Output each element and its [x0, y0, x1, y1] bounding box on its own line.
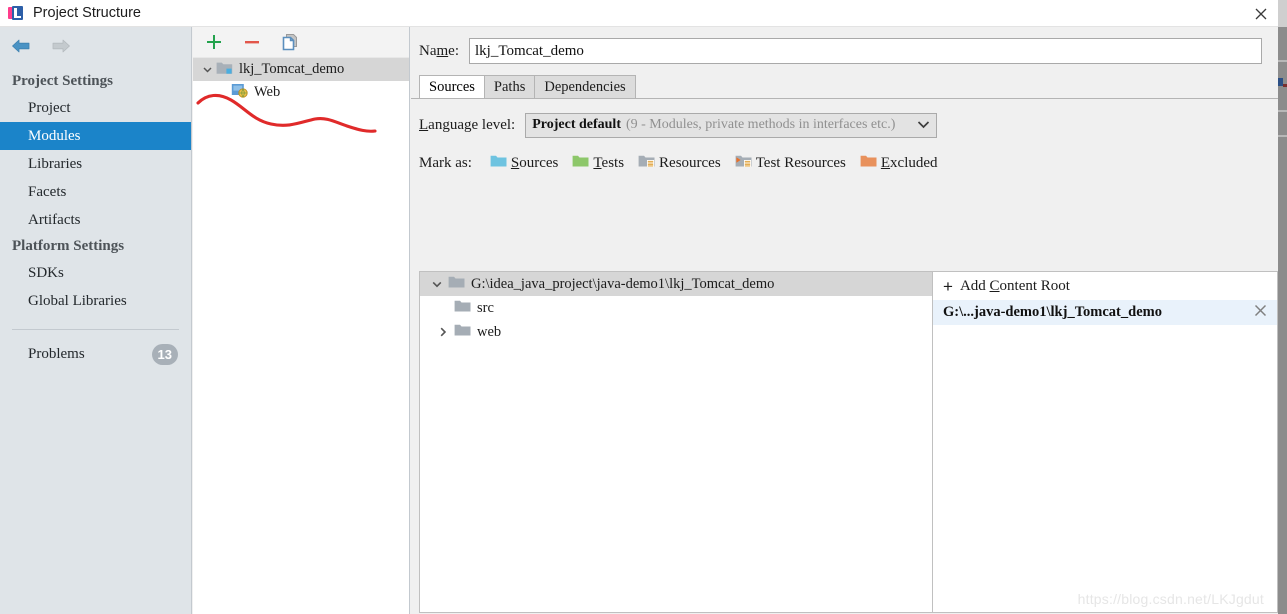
add-module-button[interactable]: [203, 31, 225, 53]
language-level-label: Language level:: [419, 116, 516, 133]
mark-as-excluded-label: Excluded: [880, 154, 938, 171]
content-folder-tree: G:\idea_java_project\java-demo1\lkj_Tomc…: [419, 271, 932, 613]
plus-icon: +: [943, 276, 953, 296]
watermark-text: https://blog.csdn.net/LKJgdut: [1077, 591, 1264, 607]
module-name-label: Name:: [419, 42, 459, 59]
sidebar-item-modules[interactable]: Modules: [0, 122, 191, 150]
folder-tests-icon: [572, 154, 589, 173]
sources-tab-body: Language level: Project default (9 - Mod…: [411, 98, 1278, 613]
sidebar-item-sdks[interactable]: SDKs: [0, 259, 191, 287]
sidebar-item-facets[interactable]: Facets: [0, 178, 191, 206]
content-split: G:\idea_java_project\java-demo1\lkj_Tomc…: [419, 271, 1278, 613]
language-level-description: (9 - Modules, private methods in interfa…: [625, 117, 896, 132]
module-name-input[interactable]: [469, 38, 1262, 64]
problems-count-badge: 13: [151, 344, 178, 365]
sidebar-item-libraries[interactable]: Libraries: [0, 150, 191, 178]
mark-as-label: Mark as:: [419, 154, 472, 171]
remove-module-button[interactable]: [241, 31, 263, 53]
copy-module-button[interactable]: [279, 31, 301, 53]
content-tree-label: web: [477, 323, 502, 340]
content-tree-row-web[interactable]: web: [420, 320, 932, 344]
folder-test-resources-icon: [735, 154, 752, 173]
arrow-left-icon[interactable]: [10, 37, 32, 55]
mark-as-sources-button[interactable]: Sources: [490, 154, 559, 173]
arrow-right-icon[interactable]: [50, 37, 72, 55]
content-tree-label: src: [477, 299, 494, 316]
module-name-row: Name:: [411, 35, 1278, 67]
minus-icon: [245, 41, 259, 44]
remove-content-root-button[interactable]: [1254, 304, 1267, 321]
sidebar-item-project[interactable]: Project: [0, 94, 191, 122]
sidebar-list: Project Settings Project Modules Librari…: [0, 64, 191, 370]
tab-paths[interactable]: Paths: [483, 75, 536, 98]
chevron-down-icon[interactable]: [199, 64, 216, 75]
content-tree-row-src[interactable]: src: [420, 296, 932, 320]
module-tree-row-web[interactable]: Web: [193, 81, 409, 104]
mark-as-resources-label: Resources: [659, 154, 721, 171]
window-title: Project Structure: [33, 5, 141, 21]
folder-sources-icon: [490, 154, 507, 173]
mark-as-tests-button[interactable]: Tests: [572, 154, 624, 173]
folder-icon: [454, 323, 471, 342]
tab-sources[interactable]: Sources: [419, 75, 485, 98]
mark-as-tests-label: Tests: [593, 154, 625, 171]
mark-as-row: Mark as: Sources Tests Resources Test Re…: [411, 147, 1278, 179]
content-root-item[interactable]: G:\...java-demo1\lkj_Tomcat_demo: [933, 300, 1277, 325]
module-tree-label: Web: [254, 84, 281, 100]
chevron-right-icon[interactable]: [432, 326, 454, 338]
content-roots-list: + Add Content Root G:\...java-demo1\lkj_…: [932, 271, 1278, 613]
mark-as-excluded-button[interactable]: Excluded: [860, 154, 938, 173]
mark-as-sources-label: Sources: [510, 154, 559, 171]
add-content-root-label: Add Content Root: [959, 277, 1070, 294]
content-root-label: G:\...java-demo1\lkj_Tomcat_demo: [943, 304, 1162, 320]
mark-as-resources-button[interactable]: Resources: [638, 154, 721, 173]
modules-panel: lkj_Tomcat_demo Web: [193, 27, 410, 614]
sidebar-group-platform-settings: Platform Settings: [12, 238, 125, 254]
web-facet-icon: [231, 82, 248, 103]
background-window-edge: [1278, 0, 1287, 614]
navigation-toolbar: [0, 27, 191, 64]
title-bar: Project Structure: [0, 0, 1287, 27]
module-tree-label: lkj_Tomcat_demo: [239, 61, 345, 77]
close-icon: [1255, 8, 1267, 19]
modules-toolbar: [193, 27, 409, 58]
sidebar-group-project-settings: Project Settings: [12, 73, 113, 89]
sidebar-item-artifacts[interactable]: Artifacts: [0, 206, 191, 234]
sidebar-item-problems[interactable]: Problems 13: [0, 330, 191, 370]
sidebar-item-problems-label: Problems: [28, 346, 85, 362]
tab-dependencies[interactable]: Dependencies: [534, 75, 636, 98]
settings-sidebar: Project Settings Project Modules Librari…: [0, 27, 192, 614]
mark-as-test-resources-button[interactable]: Test Resources: [735, 154, 846, 173]
mark-as-test-resources-label: Test Resources: [755, 154, 846, 171]
content-tree-row-root[interactable]: G:\idea_java_project\java-demo1\lkj_Tomc…: [420, 272, 932, 296]
language-level-value: Project default: [532, 117, 621, 132]
language-level-dropdown[interactable]: Project default (9 - Modules, private me…: [525, 112, 938, 138]
sidebar-item-global-libraries[interactable]: Global Libraries: [0, 287, 191, 315]
module-folder-icon: [216, 60, 233, 80]
close-icon: [1254, 304, 1267, 317]
folder-resources-icon: [638, 154, 655, 173]
plus-icon: [207, 35, 221, 49]
chevron-down-icon: [917, 118, 930, 132]
folder-icon: [448, 275, 465, 294]
editor-tabs: Sources Paths Dependencies: [411, 74, 1278, 98]
intellij-idea-icon: [8, 5, 24, 21]
content-tree-label: G:\idea_java_project\java-demo1\lkj_Tomc…: [471, 275, 775, 292]
module-editor-panel: Name: Sources Paths Dependencies Languag…: [411, 27, 1278, 614]
red-handdrawn-underline-annotation: [196, 93, 377, 133]
folder-excluded-icon: [860, 154, 877, 173]
language-level-row: Language level: Project default (9 - Mod…: [411, 99, 1278, 139]
close-window-button[interactable]: [1241, 0, 1281, 27]
chevron-down-icon[interactable]: [426, 278, 448, 290]
folder-icon: [454, 299, 471, 318]
module-tree-row-lkj-tomcat-demo[interactable]: lkj_Tomcat_demo: [193, 58, 409, 81]
copy-icon: [282, 34, 297, 51]
project-structure-dialog: Project Structure Project Settings Proje…: [0, 0, 1287, 614]
add-content-root-button[interactable]: + Add Content Root: [933, 272, 1277, 300]
